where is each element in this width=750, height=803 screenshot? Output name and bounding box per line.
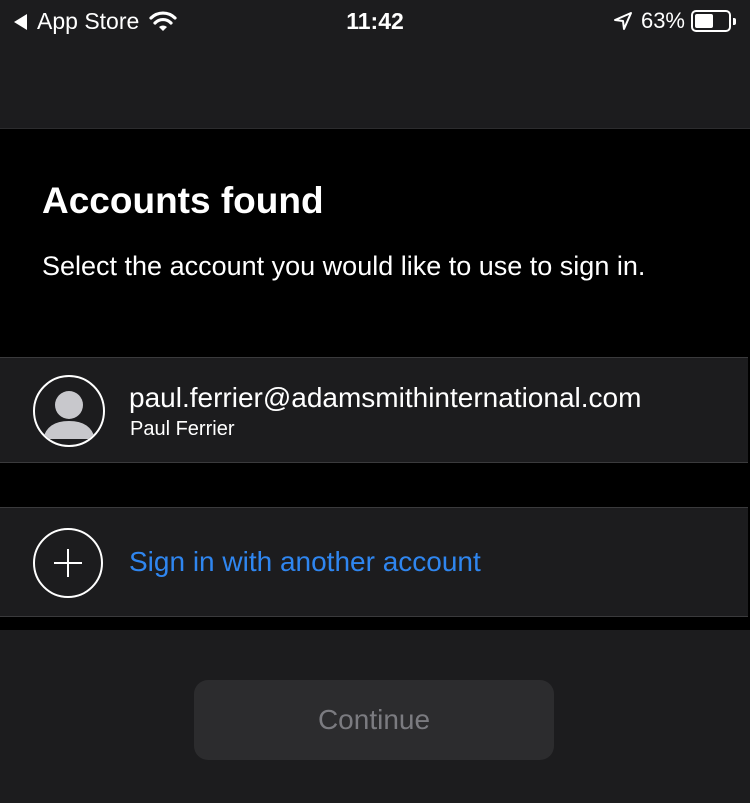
status-bar: App Store 11:42 63% (0, 0, 750, 42)
plus-circle-icon (33, 528, 103, 598)
battery-fill (695, 14, 713, 28)
footer: Continue (0, 630, 750, 803)
location-arrow-icon (613, 12, 632, 30)
navigation-bar (0, 42, 750, 129)
account-email: paul.ferrier@adamsmithinternational.com (129, 382, 642, 413)
sign-in-another-account-row[interactable]: Sign in with another account (0, 507, 748, 617)
battery-percent: 63% (640, 8, 685, 33)
page-title: Accounts found (42, 180, 324, 221)
account-row[interactable]: paul.ferrier@adamsmithinternational.com … (0, 357, 748, 463)
page-subtitle: Select the account you would like to use… (42, 251, 646, 281)
avatar-icon (33, 375, 105, 447)
battery-icon (691, 10, 731, 32)
status-right: 63% (613, 8, 736, 34)
account-name: Paul Ferrier (130, 418, 235, 440)
continue-button[interactable]: Continue (194, 680, 554, 760)
sign-in-another-account-label: Sign in with another account (129, 546, 481, 577)
battery-nub (733, 17, 736, 25)
